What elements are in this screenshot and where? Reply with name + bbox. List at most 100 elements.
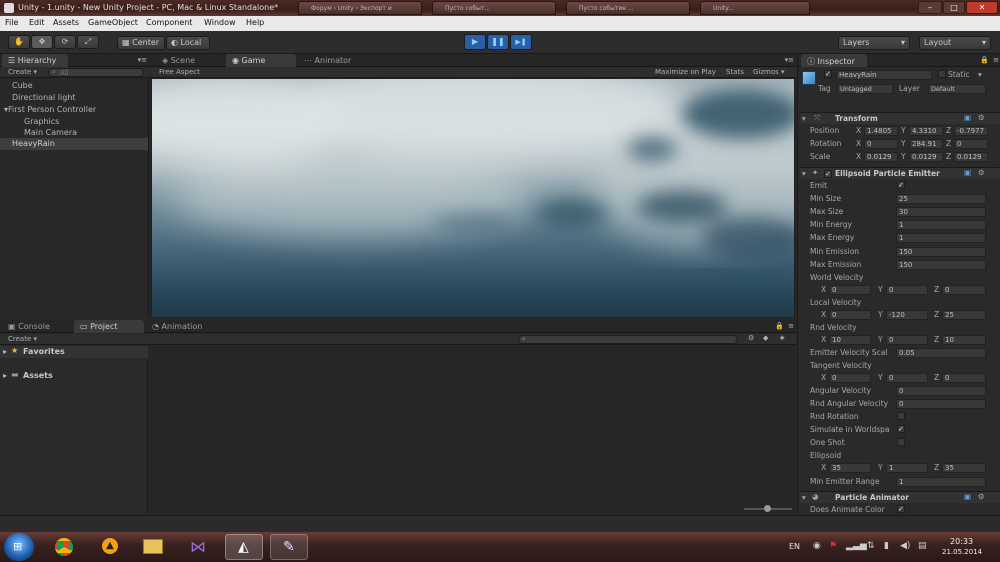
static-checkbox[interactable] bbox=[938, 70, 946, 78]
taskbar-aimp[interactable]: ▲ bbox=[91, 534, 129, 560]
play-button[interactable]: ▶ bbox=[464, 34, 486, 50]
taskbar-unity[interactable]: ◭ bbox=[225, 534, 263, 560]
tangent-velocity-y-field[interactable]: 0 bbox=[886, 373, 928, 383]
transform-header[interactable]: ▾ ⤧ Transform ▣ ⚙ bbox=[800, 112, 1000, 124]
help-icon[interactable]: ▣ bbox=[964, 168, 971, 177]
min-emission-field[interactable]: 150 bbox=[896, 247, 986, 257]
taskbar-chrome[interactable] bbox=[45, 534, 83, 560]
pivot-center-button[interactable]: ▦ Center bbox=[117, 36, 165, 50]
pause-button[interactable]: ❚❚ bbox=[487, 34, 509, 50]
menu-assets[interactable]: Assets bbox=[53, 18, 79, 27]
min-size-field[interactable]: 25 bbox=[896, 194, 986, 204]
favorite-star-icon[interactable]: ★ bbox=[779, 334, 785, 342]
object-name-field[interactable]: HeavyRain bbox=[836, 70, 932, 80]
menu-gameobject[interactable]: GameObject bbox=[88, 18, 138, 27]
max-emission-field[interactable]: 150 bbox=[896, 260, 986, 270]
tab-hierarchy[interactable]: ☰ Hierarchy bbox=[2, 54, 68, 67]
maximize-on-play-toggle[interactable]: Maximize on Play bbox=[655, 68, 716, 76]
world-velocity-y-field[interactable]: 0 bbox=[886, 285, 928, 295]
tray-signal-icon[interactable]: ▂▃▅ bbox=[846, 541, 867, 551]
active-checkbox[interactable]: ✓ bbox=[824, 70, 832, 78]
rnd-rotation-checkbox[interactable] bbox=[897, 412, 905, 420]
hierarchy-item-graphics[interactable]: Graphics bbox=[24, 117, 59, 126]
max-energy-field[interactable]: 1 bbox=[896, 233, 986, 243]
game-viewport[interactable] bbox=[152, 79, 794, 317]
start-button[interactable]: ⊞ bbox=[4, 533, 34, 561]
tab-project[interactable]: ▭ Project bbox=[74, 320, 144, 333]
position-x-field[interactable]: 1.4805 bbox=[864, 126, 898, 136]
gear-icon[interactable]: ⚙ bbox=[978, 113, 985, 122]
move-tool-button[interactable]: ✥ bbox=[31, 35, 53, 49]
rotation-z-field[interactable]: 0 bbox=[954, 139, 988, 149]
layout-dropdown[interactable]: Layout ▾ bbox=[919, 36, 991, 50]
min-energy-field[interactable]: 1 bbox=[896, 220, 986, 230]
tangent-velocity-z-field[interactable]: 0 bbox=[942, 373, 986, 383]
hierarchy-item-directional-light[interactable]: Directional light bbox=[12, 93, 76, 102]
local-velocity-x-field[interactable]: 0 bbox=[829, 310, 871, 320]
rotation-y-field[interactable]: 284.91 bbox=[909, 139, 943, 149]
project-create-dropdown[interactable]: Create ▾ bbox=[8, 335, 37, 343]
collapse-arrow-icon[interactable]: ▾ bbox=[802, 169, 806, 178]
zoom-slider-handle[interactable] bbox=[764, 505, 771, 512]
tray-misc-icon[interactable]: ▤ bbox=[918, 541, 927, 551]
emitter-header[interactable]: ▾ ✦ ✓ Ellipsoid Particle Emitter ▣ ⚙ bbox=[800, 167, 1000, 179]
scale-y-field[interactable]: 0.0129 bbox=[909, 152, 943, 162]
local-velocity-z-field[interactable]: 25 bbox=[942, 310, 986, 320]
browser-tab-1[interactable]: Форум › Unity › Экспорт и bbox=[298, 1, 422, 15]
simulate-worldspace-checkbox[interactable]: ✓ bbox=[897, 425, 905, 433]
collapse-arrow-icon[interactable]: ▾ bbox=[802, 493, 806, 502]
lock-icon[interactable]: 🔒 bbox=[980, 56, 989, 64]
gizmos-dropdown[interactable]: Gizmos ▾ bbox=[753, 68, 785, 76]
tab-inspector[interactable]: ⓘ Inspector bbox=[801, 54, 867, 67]
menu-component[interactable]: Component bbox=[146, 18, 192, 27]
gear-icon[interactable]: ⚙ bbox=[978, 492, 985, 501]
lock-icon[interactable]: 🔒 bbox=[775, 322, 784, 330]
assets-row[interactable]: ▸ ▬ Assets bbox=[0, 370, 148, 382]
animator-header[interactable]: ▾ ◕ Particle Animator ▣ ⚙ bbox=[800, 491, 1000, 503]
collapse-arrow-icon[interactable]: ▾ bbox=[802, 114, 806, 123]
expand-arrow-icon[interactable]: ▸ bbox=[3, 347, 7, 356]
hierarchy-item-cube[interactable]: Cube bbox=[12, 81, 33, 90]
language-indicator[interactable]: EN bbox=[789, 542, 800, 551]
hierarchy-create-dropdown[interactable]: Create ▾ bbox=[8, 68, 37, 76]
rotate-tool-button[interactable]: ⟳ bbox=[54, 35, 76, 49]
static-dropdown-arrow[interactable]: ▾ bbox=[978, 70, 982, 79]
tag-dropdown[interactable]: Untagged bbox=[837, 84, 893, 94]
panel-menu-icon[interactable]: ▾≡ bbox=[138, 56, 147, 64]
tab-scene[interactable]: ◈ Scene bbox=[156, 54, 224, 67]
tray-volume-icon[interactable]: ◀) bbox=[900, 541, 910, 551]
emit-checkbox[interactable]: ✓ bbox=[897, 181, 905, 189]
gear-icon[interactable]: ⚙ bbox=[978, 168, 985, 177]
tray-network-icon[interactable]: ⇅ bbox=[867, 541, 875, 551]
clock-time[interactable]: 20:33 bbox=[950, 537, 973, 546]
tray-flag-icon[interactable]: ⚑ bbox=[829, 541, 837, 551]
tab-animation[interactable]: ◔ Animation bbox=[146, 320, 222, 333]
tab-console[interactable]: ▣ Console bbox=[2, 320, 72, 333]
panel-menu-icon[interactable]: ≡ bbox=[993, 56, 999, 64]
rnd-velocity-y-field[interactable]: 0 bbox=[886, 335, 928, 345]
favorites-row[interactable]: ▸ ★ Favorites bbox=[0, 346, 148, 358]
rnd-velocity-z-field[interactable]: 10 bbox=[942, 335, 986, 345]
scale-x-field[interactable]: 0.0129 bbox=[864, 152, 898, 162]
panel-menu-icon[interactable]: ≡ bbox=[788, 322, 794, 330]
emitter-enabled-checkbox[interactable]: ✓ bbox=[824, 170, 832, 178]
min-emitter-range-field[interactable]: 1 bbox=[896, 477, 986, 487]
rnd-velocity-x-field[interactable]: 10 bbox=[829, 335, 871, 345]
maximize-button[interactable]: □ bbox=[943, 1, 965, 14]
one-shot-checkbox[interactable] bbox=[897, 438, 905, 446]
browser-tab-2[interactable]: Пусто событ... bbox=[432, 1, 556, 15]
close-button[interactable]: ✕ bbox=[966, 1, 998, 14]
help-icon[interactable]: ▣ bbox=[964, 492, 971, 501]
tray-battery-icon[interactable]: ▮ bbox=[884, 541, 889, 551]
aspect-dropdown[interactable]: Free Aspect bbox=[159, 68, 200, 76]
hierarchy-item-first-person-controller[interactable]: ▾First Person Controller bbox=[4, 105, 96, 114]
layers-dropdown[interactable]: Layers ▾ bbox=[838, 36, 910, 50]
menu-file[interactable]: File bbox=[5, 18, 18, 27]
pivot-local-button[interactable]: ◐ Local bbox=[166, 36, 210, 50]
rnd-angular-velocity-field[interactable]: 0 bbox=[896, 399, 986, 409]
taskbar-explorer[interactable] bbox=[134, 534, 172, 560]
zoom-slider[interactable] bbox=[744, 505, 792, 512]
ellipsoid-x-field[interactable]: 35 bbox=[829, 463, 871, 473]
tab-game[interactable]: ◉ Game bbox=[226, 54, 296, 67]
panel-menu-icon[interactable]: ▾≡ bbox=[785, 56, 794, 64]
